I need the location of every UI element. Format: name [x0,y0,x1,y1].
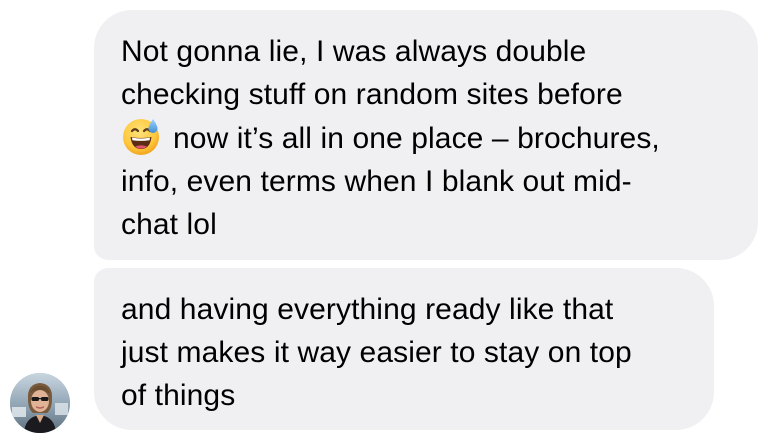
message-line-text: now it’s all in one place – brochures, [173,122,660,155]
message-line: of things [121,379,236,412]
avatar[interactable] [10,373,70,433]
message-thread: Not gonna lie, I was always double check… [0,0,768,440]
avatar-photo-icon [10,373,70,433]
message-bubble[interactable]: Not gonna lie, I was always double check… [94,10,758,260]
message-bubble[interactable]: and having everything ready like that ju… [94,268,714,430]
message-line-with-emoji: now it’s all in one place – brochures, [121,116,736,160]
message-line: info, even terms when I blank out mid- [121,165,632,198]
message-line: checking stuff on random sites before [121,78,623,111]
message-line: just makes it way easier to stay on top [121,336,632,369]
grinning-face-with-sweat-icon [121,116,161,156]
message-line: and having everything ready like that [121,293,614,326]
message-line: chat lol [121,208,217,241]
message-line: Not gonna lie, I was always double [121,35,587,68]
